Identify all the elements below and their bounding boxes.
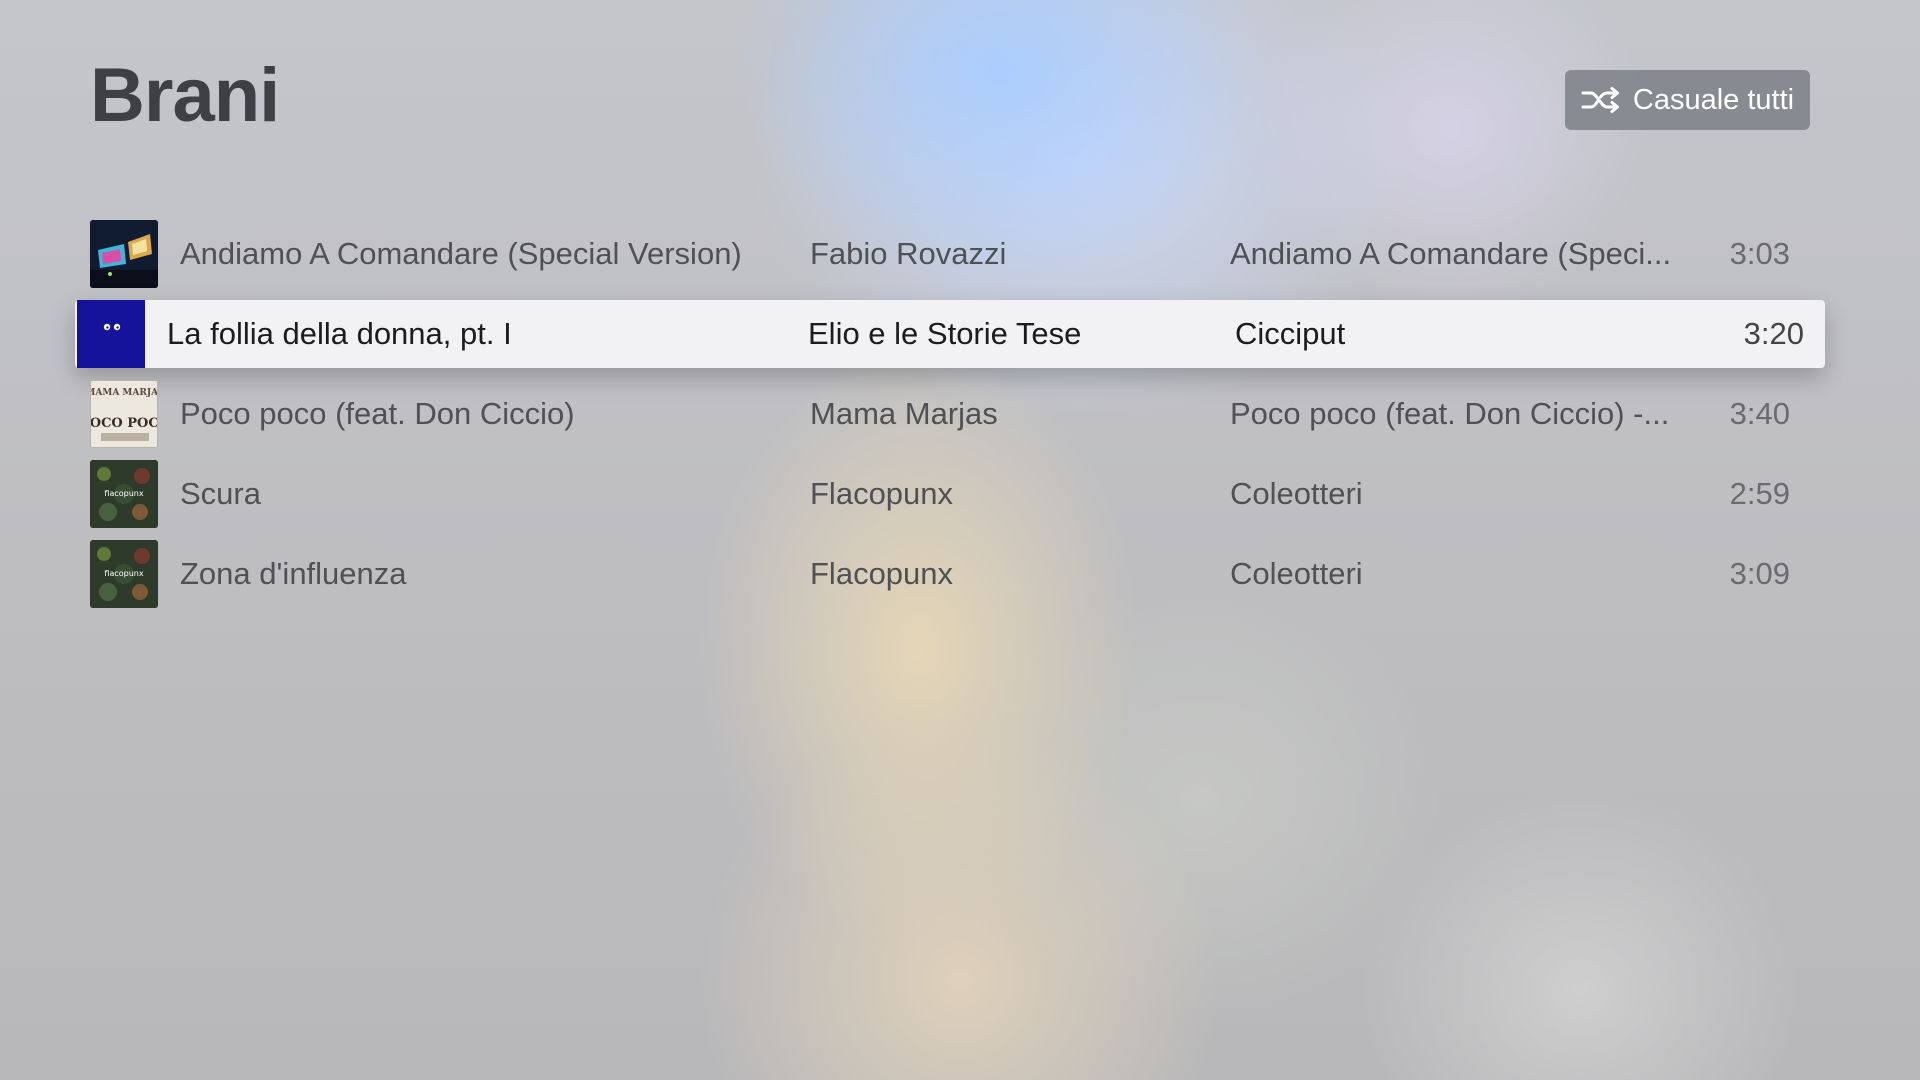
- art-text-brand: flacopunx: [104, 489, 143, 498]
- art-text-artist: MAMA MARJAS: [91, 388, 158, 398]
- page-title: Brani: [90, 53, 280, 138]
- album-art-blue-eyes: [77, 300, 145, 368]
- track-duration: 2:59: [1729, 476, 1790, 511]
- album-art-flacopunx: flacopunx: [90, 540, 158, 608]
- track-title: La follia della donna, pt. I: [167, 316, 512, 351]
- shuffle-button-label: Casuale tutti: [1632, 83, 1795, 116]
- track-row[interactable]: flacopunx Zona d'influenza Flacopunx Col…: [75, 536, 1825, 616]
- shuffle-all-button[interactable]: Casuale tutti: [1565, 70, 1810, 130]
- album-art-neon-stage: [90, 220, 158, 288]
- track-artist: Elio e le Storie Tese: [808, 316, 1082, 351]
- track-list: Andiamo A Comandare (Special Version) Fa…: [75, 216, 1825, 616]
- track-album: Cicciput: [1235, 316, 1346, 351]
- art-text-title: POCO POCO: [91, 416, 158, 431]
- track-duration: 3:03: [1729, 236, 1790, 271]
- album-art-flacopunx: flacopunx: [90, 460, 158, 528]
- track-album: Coleotteri: [1230, 556, 1363, 591]
- track-row[interactable]: Andiamo A Comandare (Special Version) Fa…: [75, 216, 1825, 296]
- track-title: Andiamo A Comandare (Special Version): [180, 236, 742, 271]
- track-artist: Fabio Rovazzi: [810, 236, 1007, 271]
- track-title: Scura: [180, 476, 261, 511]
- track-row-selected[interactable]: La follia della donna, pt. I Elio e le S…: [75, 300, 1825, 368]
- track-duration: 3:09: [1729, 556, 1790, 591]
- track-artist: Mama Marjas: [810, 396, 998, 431]
- shuffle-icon: [1581, 87, 1619, 113]
- track-title: Zona d'influenza: [180, 556, 407, 591]
- track-duration: 3:20: [1743, 316, 1804, 351]
- track-album: Poco poco (feat. Don Ciccio) -...: [1230, 396, 1670, 431]
- track-row[interactable]: flacopunx Scura Flacopunx Coleotteri 2:5…: [75, 456, 1825, 536]
- track-row[interactable]: MAMA MARJAS POCO POCO Poco poco (feat. D…: [75, 376, 1825, 456]
- art-text-brand: flacopunx: [104, 569, 143, 578]
- track-duration: 3:40: [1729, 396, 1790, 431]
- track-artist: Flacopunx: [810, 476, 954, 511]
- track-title: Poco poco (feat. Don Ciccio): [180, 396, 575, 431]
- track-artist: Flacopunx: [810, 556, 954, 591]
- track-album: Coleotteri: [1230, 476, 1363, 511]
- album-art-mama-marjas: MAMA MARJAS POCO POCO: [90, 380, 158, 448]
- track-album: Andiamo A Comandare (Speci...: [1230, 236, 1672, 271]
